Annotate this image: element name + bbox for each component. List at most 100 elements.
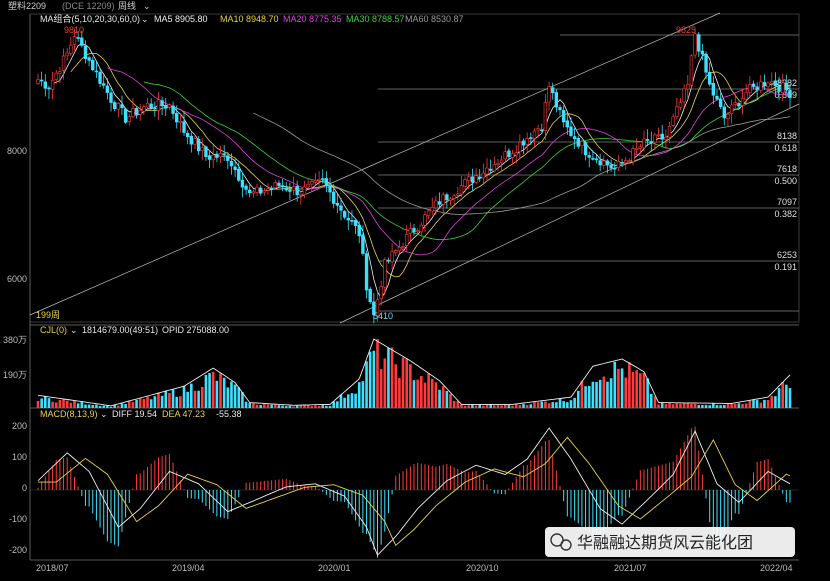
- candle-body: [744, 92, 748, 100]
- candle-body: [123, 108, 128, 123]
- chevron-down-icon[interactable]: ⌄: [70, 325, 78, 335]
- candle-body: [193, 138, 197, 145]
- candle-body: [295, 186, 299, 196]
- candle-body: [404, 234, 409, 246]
- volume-bar: [496, 405, 500, 408]
- volume-bar: [120, 403, 124, 408]
- volume-bar: [544, 401, 547, 408]
- candle-body: [353, 220, 358, 226]
- volume-bar: [719, 405, 722, 408]
- volume-bar: [244, 401, 248, 408]
- volume-bar: [635, 370, 638, 408]
- candle-body: [196, 139, 201, 152]
- volume-bar: [679, 403, 682, 408]
- volume-bar: [314, 405, 317, 408]
- volume-bar: [737, 403, 741, 408]
- volume-axis-label: 380万: [3, 335, 27, 345]
- candle-body: [671, 116, 675, 126]
- volume-bar: [525, 404, 529, 408]
- candle-body: [656, 134, 661, 137]
- candle-body: [39, 79, 44, 82]
- volume-bar: [299, 405, 303, 408]
- volume-bar: [87, 404, 91, 408]
- candle-body: [72, 36, 77, 45]
- candle-body: [255, 186, 259, 193]
- low-annotation: 5410: [373, 311, 393, 321]
- volume-bar: [153, 396, 157, 408]
- volume-bar: [514, 403, 518, 408]
- candle-body: [510, 153, 515, 158]
- chevron-down-icon[interactable]: ⌄: [100, 409, 108, 419]
- candle-body: [751, 83, 756, 87]
- volume-bar: [609, 378, 613, 408]
- candle-body: [178, 120, 183, 123]
- channel-upper-line: [29, 12, 721, 316]
- volume-bar: [420, 375, 423, 408]
- volume-bar: [690, 404, 693, 408]
- volume-bar: [317, 405, 321, 408]
- chevron-down-icon[interactable]: ⌄: [143, 1, 151, 11]
- period-selector[interactable]: 周线: [118, 0, 136, 11]
- volume-bar: [628, 362, 631, 408]
- volume-bar: [620, 368, 624, 408]
- candle-body: [638, 146, 643, 149]
- volume-bar: [295, 405, 299, 408]
- volume-bar: [730, 403, 733, 408]
- candle-body: [580, 141, 584, 147]
- volume-bar: [555, 402, 558, 408]
- candle-body: [667, 126, 672, 138]
- volume-bar: [102, 405, 106, 408]
- candle-body: [127, 116, 131, 123]
- volume-bar: [726, 403, 730, 408]
- volume-bar: [310, 406, 314, 408]
- candle-body: [200, 147, 204, 151]
- fib-ratio-label: 0.500: [774, 176, 797, 186]
- candle-body: [551, 87, 555, 94]
- candle-body: [401, 246, 405, 248]
- volume-bar: [215, 380, 219, 408]
- volume-bar: [368, 351, 372, 408]
- volume-bar: [175, 396, 179, 408]
- volume-bar: [781, 382, 784, 408]
- instrument-name[interactable]: 塑料2209: [8, 0, 46, 11]
- candle-body: [547, 86, 551, 103]
- candle-body: [248, 189, 252, 194]
- time-axis-label: 2020/01: [318, 563, 351, 573]
- candle-body: [770, 81, 774, 84]
- volume-bar: [292, 406, 295, 408]
- candle-body: [156, 99, 161, 111]
- volume-bar: [412, 380, 416, 408]
- candle-body: [456, 193, 460, 196]
- candle-body: [634, 147, 639, 150]
- volume-bar: [226, 387, 230, 408]
- fib-price-label: 7618: [777, 164, 797, 174]
- volume-bar: [273, 404, 277, 408]
- volume-bar: [80, 401, 84, 408]
- candle-body: [620, 162, 624, 164]
- volume-bar: [624, 377, 628, 408]
- chevron-down-icon[interactable]: ⌄: [141, 14, 149, 24]
- candle-body: [711, 83, 716, 96]
- volume-bar: [127, 400, 131, 408]
- volume-bar: [675, 403, 679, 408]
- ma20-legend: MA20 8775.35: [283, 14, 342, 24]
- candle-body: [204, 146, 208, 158]
- volume-bar: [124, 404, 127, 408]
- volume-bar: [281, 405, 284, 408]
- candle-body: [430, 207, 434, 212]
- volume-bar: [328, 405, 332, 408]
- price-axis-label: 8000: [7, 146, 27, 156]
- candle-body: [755, 87, 759, 91]
- chart-svg: 塑料2209 (DCE 12209) 周线 ⌄ MA组合(5,10,20,30,…: [3, 0, 800, 573]
- ma10-legend: MA10 8948.70: [220, 14, 279, 24]
- candle-body: [627, 160, 632, 163]
- candle-body: [481, 172, 486, 179]
- candle-body: [452, 195, 456, 199]
- volume-bar: [416, 379, 419, 408]
- candle-body: [54, 72, 58, 80]
- candle-body: [76, 37, 80, 39]
- volume-bar: [449, 393, 452, 408]
- candle-body: [707, 71, 712, 85]
- volume-bar: [438, 389, 441, 408]
- candle-body: [109, 92, 113, 103]
